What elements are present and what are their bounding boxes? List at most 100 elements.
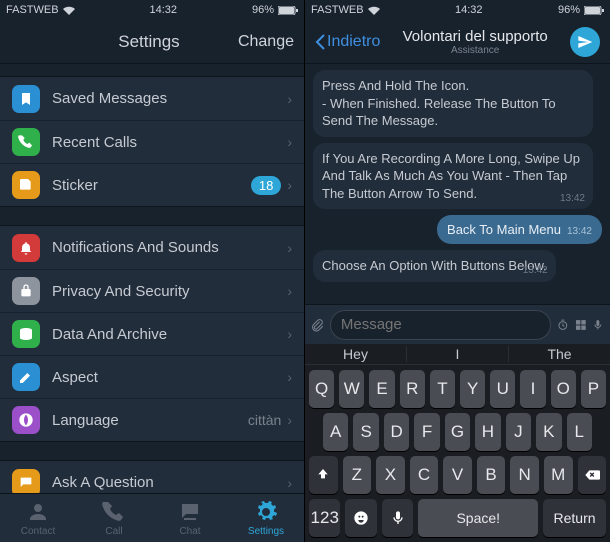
row-label: Privacy And Security (52, 283, 281, 300)
row-sticker[interactable]: Sticker18› (0, 163, 304, 206)
row-ask[interactable]: Ask A Question› (0, 461, 304, 493)
bell-icon (12, 234, 40, 262)
message-time: 13:42 (523, 264, 548, 278)
chevron-right-icon: › (287, 412, 292, 428)
key-x[interactable]: X (376, 456, 405, 494)
tab-chat[interactable]: Chat (152, 494, 228, 542)
badge: 18 (251, 176, 281, 195)
row-saved-messages[interactable]: Saved Messages› (0, 77, 304, 120)
row-recent-calls[interactable]: Recent Calls› (0, 120, 304, 163)
key-b[interactable]: B (477, 456, 506, 494)
key-s[interactable]: S (353, 413, 378, 451)
tab-settings[interactable]: Settings (228, 494, 304, 542)
key-h[interactable]: H (475, 413, 500, 451)
battery-pct: 96% (558, 4, 580, 16)
key-t[interactable]: T (430, 370, 455, 408)
chevron-right-icon: › (287, 177, 292, 193)
key-f[interactable]: F (414, 413, 439, 451)
key-o[interactable]: O (551, 370, 576, 408)
chat-icon (12, 469, 40, 494)
key-j[interactable]: J (506, 413, 531, 451)
settings-list[interactable]: Saved Messages›Recent Calls›Sticker18›No… (0, 64, 304, 493)
key-g[interactable]: G (445, 413, 470, 451)
phone-icon (12, 128, 40, 156)
key-m[interactable]: M (544, 456, 573, 494)
battery-pct: 96% (252, 4, 274, 16)
key-i[interactable]: I (520, 370, 545, 408)
pencil-icon (12, 363, 40, 391)
row-language[interactable]: Languagecittàn› (0, 398, 304, 441)
settings-group: Ask A Question›Telegram FAQ› (0, 460, 304, 493)
settings-group: Saved Messages›Recent Calls›Sticker18› (0, 76, 304, 207)
change-button[interactable]: Change (238, 33, 294, 51)
key-l[interactable]: L (567, 413, 592, 451)
shift-key[interactable] (309, 456, 338, 494)
suggestion[interactable]: The (508, 346, 610, 362)
suggestion[interactable]: Hey (305, 346, 406, 362)
message-out[interactable]: Back To Main Menu13:42 (437, 215, 602, 244)
bookmark-icon (12, 85, 40, 113)
tab-label: Contact (21, 526, 55, 537)
chat-subtitle: Assistance (380, 45, 570, 56)
tab-call[interactable]: Call (76, 494, 152, 542)
key-d[interactable]: D (384, 413, 409, 451)
num-key[interactable]: 123 (309, 499, 340, 537)
row-label: Notifications And Sounds (52, 239, 281, 256)
key-u[interactable]: U (490, 370, 515, 408)
key-a[interactable]: A (323, 413, 348, 451)
chevron-right-icon: › (287, 240, 292, 256)
key-y[interactable]: Y (460, 370, 485, 408)
space-key[interactable]: Space! (418, 499, 538, 537)
key-n[interactable]: N (510, 456, 539, 494)
chevron-right-icon: › (287, 475, 292, 491)
row-label: Aspect (52, 369, 281, 386)
tab-label: Chat (179, 526, 200, 537)
status-time: 14:32 (455, 4, 483, 16)
attach-icon[interactable] (311, 314, 324, 336)
key-p[interactable]: P (581, 370, 606, 408)
mic-icon[interactable] (592, 315, 604, 335)
chat-messages[interactable]: Press And Hold The Icon.- When Finished.… (305, 64, 610, 304)
key-k[interactable]: K (536, 413, 561, 451)
chevron-left-icon (315, 34, 325, 50)
chevron-right-icon: › (287, 326, 292, 342)
status-bar: FASTWEB 14:32 96% (305, 0, 610, 20)
settings-group: Notifications And Sounds › Privacy And Sec… (0, 225, 304, 442)
backspace-key[interactable] (578, 456, 607, 494)
message-in[interactable]: Press And Hold The Icon.- When Finished.… (313, 70, 593, 137)
send-badge-icon[interactable] (570, 27, 600, 57)
tab-contact[interactable]: Contact (0, 494, 76, 542)
row-aspect[interactable]: Aspect › (0, 355, 304, 398)
key-e[interactable]: E (369, 370, 394, 408)
key-z[interactable]: Z (343, 456, 372, 494)
key-r[interactable]: R (400, 370, 425, 408)
row-label: Recent Calls (52, 134, 281, 151)
row-data[interactable]: Data And Archive› (0, 312, 304, 355)
row-label: Language (52, 412, 248, 429)
keyboard[interactable]: HeyIThe QWERTYUIOP ASDFGHJKL ZXCVBNM 123… (305, 344, 610, 542)
status-bar: FASTWEB 14:32 96% (0, 0, 304, 20)
return-key[interactable]: Return (543, 499, 606, 537)
key-v[interactable]: V (443, 456, 472, 494)
dictate-key[interactable] (382, 499, 413, 537)
key-w[interactable]: W (339, 370, 364, 408)
message-in[interactable]: If You Are Recording A More Long, Swipe … (313, 143, 593, 210)
key-q[interactable]: Q (309, 370, 334, 408)
grid-icon[interactable] (575, 315, 587, 335)
suggestion[interactable]: I (406, 346, 508, 362)
back-button[interactable]: Indietro (315, 33, 380, 51)
chevron-right-icon: › (287, 369, 292, 385)
message-time: 13:42 (567, 226, 592, 237)
message-input[interactable] (330, 310, 551, 340)
sticker-icon (12, 171, 40, 199)
message-in[interactable]: Choose An Option With Buttons Below.13:4… (313, 250, 556, 282)
message-text: If You Are Recording A More Long, Swipe … (322, 151, 580, 201)
emoji-key[interactable] (345, 499, 376, 537)
chat-title-block[interactable]: Volontari del supporto Assistance (380, 28, 570, 56)
timer-icon[interactable] (557, 315, 569, 335)
row-notifications[interactable]: Notifications And Sounds › (0, 226, 304, 269)
wifi-icon (63, 6, 75, 15)
row-privacy[interactable]: Privacy And Security› (0, 269, 304, 312)
key-c[interactable]: C (410, 456, 439, 494)
tab-bar: Contact Call Chat Settings (0, 493, 304, 542)
